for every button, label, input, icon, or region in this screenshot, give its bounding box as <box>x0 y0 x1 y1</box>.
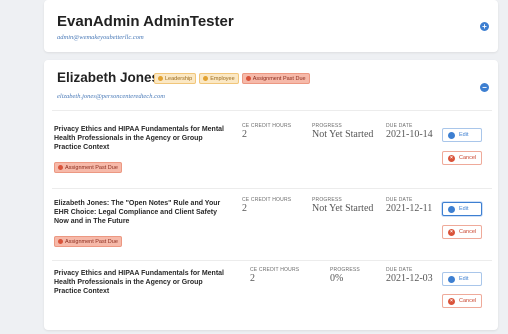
assignment-past-due-badge: Assignment Past Due <box>54 236 122 247</box>
progress-value: Not Yet Started <box>312 129 374 140</box>
credit-hours-value: 2 <box>242 129 247 140</box>
user-name: Elizabeth Jones <box>57 70 160 85</box>
due-date-value: 2021-10-14 <box>386 129 433 140</box>
due-date-value: 2021-12-03 <box>386 273 433 284</box>
assignment-row: Privacy Ethics and HIPAA Fundamentals fo… <box>44 264 498 326</box>
assignment-row: Privacy Ethics and HIPAA Fundamentals fo… <box>44 118 498 182</box>
cancel-icon: × <box>448 228 455 236</box>
credit-hours-label: CE CREDIT HOURS <box>242 197 292 203</box>
cancel-button[interactable]: × Cancel <box>442 225 482 239</box>
badge-assignment-past-due: Assignment Past Due <box>241 73 310 84</box>
due-date-value: 2021-12-11 <box>386 203 433 214</box>
course-title: Privacy Ethics and HIPAA Fundamentals fo… <box>54 126 224 151</box>
cancel-button[interactable]: × Cancel <box>442 294 482 308</box>
badge-dot-icon <box>58 239 63 244</box>
cancel-icon: × <box>448 154 455 162</box>
edit-button[interactable]: Edit <box>442 128 482 142</box>
user-email[interactable]: admin@wemakeyoubetterllc.com <box>57 34 144 41</box>
edit-icon <box>448 205 455 213</box>
edit-icon <box>448 131 455 139</box>
progress-value: Not Yet Started <box>312 203 374 214</box>
course-title: Elizabeth Jones: The "Open Notes" Rule a… <box>54 200 221 225</box>
collapse-toggle-button[interactable]: − <box>480 83 489 92</box>
row-divider <box>52 110 492 111</box>
credit-hours-label: CE CREDIT HOURS <box>250 267 300 273</box>
credit-hours-value: 2 <box>250 273 255 284</box>
progress-value: 0% <box>330 273 344 284</box>
badge-employee: Employee <box>199 73 239 84</box>
badge-dot-icon <box>58 165 63 170</box>
row-divider <box>52 188 492 189</box>
expand-toggle-button[interactable]: + <box>480 22 489 31</box>
course-title: Privacy Ethics and HIPAA Fundamentals fo… <box>54 270 224 295</box>
user-email[interactable]: elizabeth.jones@personcenteredtech.com <box>57 93 165 100</box>
cancel-icon: × <box>448 297 455 305</box>
assignment-past-due-badge: Assignment Past Due <box>54 162 122 173</box>
row-divider <box>52 260 492 261</box>
user-card-elizabeth-jones: Elizabeth Jones Leadership Employee Assi… <box>44 60 498 330</box>
user-name: EvanAdmin AdminTester <box>57 13 234 30</box>
edit-button[interactable]: Edit <box>442 202 482 216</box>
badge-dot-icon <box>158 76 163 81</box>
cancel-button[interactable]: × Cancel <box>442 151 482 165</box>
assignment-row: Elizabeth Jones: The "Open Notes" Rule a… <box>44 192 498 256</box>
credit-hours-value: 2 <box>242 203 247 214</box>
badge-dot-icon <box>203 76 209 81</box>
user-badges: Leadership Employee Assignment Past Due <box>154 73 310 84</box>
credit-hours-label: CE CREDIT HOURS <box>242 123 292 129</box>
edit-icon <box>448 275 455 283</box>
badge-leadership: Leadership <box>154 73 197 84</box>
edit-button[interactable]: Edit <box>442 272 482 286</box>
badge-dot-icon <box>245 76 251 81</box>
user-card-evanadmin: EvanAdmin AdminTester admin@wemakeyoubet… <box>44 0 498 52</box>
